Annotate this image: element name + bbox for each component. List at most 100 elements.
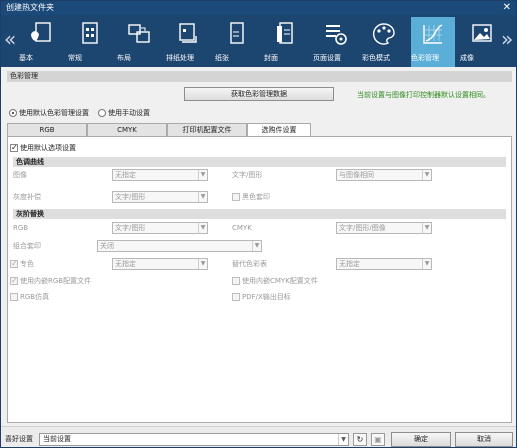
scroll-right-icon[interactable]: » xyxy=(501,25,513,53)
select-value: 文字/图形 xyxy=(115,193,146,201)
spot-color-checkbox[interactable]: 专色 xyxy=(10,259,34,269)
cmyk-label: CMYK xyxy=(232,224,252,232)
defaults-note: 当前设置与图像打印控制器默认设置相同。 xyxy=(357,91,490,99)
radio-default-settings[interactable]: 使用默认色彩管理设置 xyxy=(9,108,89,118)
text-graphics-label: 文字/图形 xyxy=(232,171,263,179)
checkbox-label: RGB仿真 xyxy=(20,293,50,301)
tone-curve-group: 色调曲线 xyxy=(13,157,506,167)
checkbox[interactable] xyxy=(10,276,18,286)
tab-color-management[interactable]: 色彩管理 xyxy=(411,17,455,67)
chevron-down-icon: ▼ xyxy=(422,170,431,180)
tab-paper[interactable]: 纸张 xyxy=(215,17,259,67)
tab-page-setup[interactable]: 页面设置 xyxy=(313,17,357,67)
radio-manual-settings[interactable]: 使用手动设置 xyxy=(98,108,150,118)
title-bar: 创建热文件夹 ✕ xyxy=(1,1,516,15)
ok-button[interactable]: 确定 xyxy=(391,432,451,447)
rgb-select[interactable]: 文字/图形 ▼ xyxy=(112,222,208,234)
page-setup-icon xyxy=(326,25,347,45)
tab-label: 基本 xyxy=(19,54,33,62)
get-color-data-button[interactable]: 获取色彩管理数据 xyxy=(184,87,334,101)
tab-color-mode[interactable]: 彩色模式 xyxy=(362,17,406,67)
text-graphics-select[interactable]: 与图像相同 ▼ xyxy=(336,169,432,181)
cmyk-select[interactable]: 文字/图形/图像 ▼ xyxy=(336,222,432,234)
black-overprint-checkbox[interactable]: 黑色套印 xyxy=(232,192,270,202)
checkbox-label: 使用内嵌RGB配置文件 xyxy=(20,277,92,285)
chevron-down-icon: ▼ xyxy=(198,192,207,202)
chevron-down-icon: ▼ xyxy=(198,223,207,233)
basic-icon xyxy=(31,22,51,42)
gray-comp-label: 灰度补偿 xyxy=(13,193,41,201)
use-default-option-checkbox[interactable]: 使用默认选项设置 xyxy=(10,143,76,153)
select-value: 无指定 xyxy=(115,260,136,268)
select-value: 无指定 xyxy=(115,171,136,179)
save-icon[interactable]: ▣ xyxy=(371,433,385,446)
color-management-icon xyxy=(423,24,443,44)
close-icon[interactable]: ✕ xyxy=(503,1,511,15)
general-icon xyxy=(82,22,98,44)
checkbox[interactable] xyxy=(10,143,18,153)
checkbox-label: PDF/X输出目标 xyxy=(242,293,291,301)
cover-icon xyxy=(277,22,293,44)
tab-label: 排纸处理 xyxy=(166,54,194,62)
output-tray-icon xyxy=(179,23,197,43)
rgb-label: RGB xyxy=(13,224,29,232)
tab-cover[interactable]: 封面 xyxy=(264,17,308,67)
tab-imaging[interactable]: 成像 xyxy=(460,17,504,67)
select-value: 文字/图形/图像 xyxy=(339,224,386,232)
checkbox[interactable] xyxy=(10,259,18,269)
alt-table-select[interactable]: 无指定 ▼ xyxy=(336,258,432,270)
footer-bar: 喜好设置 当前设置 ▼ ↻ ▣ 确定 取消 xyxy=(1,426,516,447)
scroll-left-icon[interactable]: « xyxy=(4,25,16,53)
checkbox-label: 使用内嵌CMYK配置文件 xyxy=(242,277,318,285)
select-value: 文字/图形 xyxy=(115,224,146,232)
imaging-icon xyxy=(472,24,492,42)
select-value: 关闭 xyxy=(100,242,114,250)
tab-printer-profile[interactable]: 打印机配置文件 xyxy=(167,123,247,136)
tab-rgb[interactable]: RGB xyxy=(7,123,87,136)
tab-options[interactable]: 选购件设置 xyxy=(247,123,311,137)
pdfx-checkbox[interactable]: PDF/X输出目标 xyxy=(232,292,291,302)
checkbox[interactable] xyxy=(10,293,18,301)
reverse-group: 灰阶替换 xyxy=(13,209,506,219)
color-management-header: 色彩管理 xyxy=(7,71,512,82)
gray-comp-select[interactable]: 文字/图形 ▼ xyxy=(112,191,208,203)
refresh-icon[interactable]: ↻ xyxy=(353,433,367,446)
tab-basic[interactable]: 基本 xyxy=(19,17,63,67)
embedded-rgb-checkbox[interactable]: 使用内嵌RGB配置文件 xyxy=(10,276,91,286)
checkbox[interactable] xyxy=(232,277,240,285)
checkbox-label: 使用默认选项设置 xyxy=(20,144,76,152)
chevron-down-icon: ▼ xyxy=(198,259,207,269)
composite-select[interactable]: 关闭 ▼ xyxy=(97,240,262,252)
spot-color-select[interactable]: 无指定 ▼ xyxy=(112,258,208,270)
favorites-label: 喜好设置 xyxy=(5,435,33,443)
radio-label: 使用手动设置 xyxy=(108,109,150,117)
tab-label: 彩色模式 xyxy=(362,54,390,62)
tab-general[interactable]: 常规 xyxy=(68,17,112,67)
favorites-select[interactable]: 当前设置 ▼ xyxy=(39,433,349,446)
window-title: 创建热文件夹 xyxy=(6,3,54,12)
chevron-down-icon: ▼ xyxy=(338,434,348,445)
cancel-button[interactable]: 取消 xyxy=(455,432,513,447)
settings-tab-bar: « 基本 常规 布局 排纸处理 纸张 封面 页面设置 彩色模式 色彩管理 成像 … xyxy=(1,15,516,67)
radio-button[interactable] xyxy=(9,109,17,117)
tab-label: 页面设置 xyxy=(313,54,341,62)
tab-layout[interactable]: 布局 xyxy=(117,17,161,67)
rgb-simulation-checkbox[interactable]: RGB仿真 xyxy=(10,292,49,302)
layout-icon xyxy=(128,24,150,43)
checkbox[interactable] xyxy=(232,293,240,301)
color-mode-icon xyxy=(372,23,395,45)
chevron-down-icon: ▼ xyxy=(422,223,431,233)
chevron-down-icon: ▼ xyxy=(422,259,431,269)
select-value: 当前设置 xyxy=(43,435,71,443)
tab-label: 布局 xyxy=(117,54,131,62)
tab-output-tray[interactable]: 排纸处理 xyxy=(166,17,210,67)
tab-label: 成像 xyxy=(460,54,474,62)
image-select[interactable]: 无指定 ▼ xyxy=(112,169,208,181)
embedded-cmyk-checkbox[interactable]: 使用内嵌CMYK配置文件 xyxy=(232,276,318,286)
image-label: 图像 xyxy=(13,171,27,179)
paper-icon xyxy=(230,22,244,44)
radio-button[interactable] xyxy=(98,109,106,117)
tab-cmyk[interactable]: CMYK xyxy=(87,123,167,136)
checkbox[interactable] xyxy=(232,193,240,201)
tab-label: 纸张 xyxy=(215,54,229,62)
